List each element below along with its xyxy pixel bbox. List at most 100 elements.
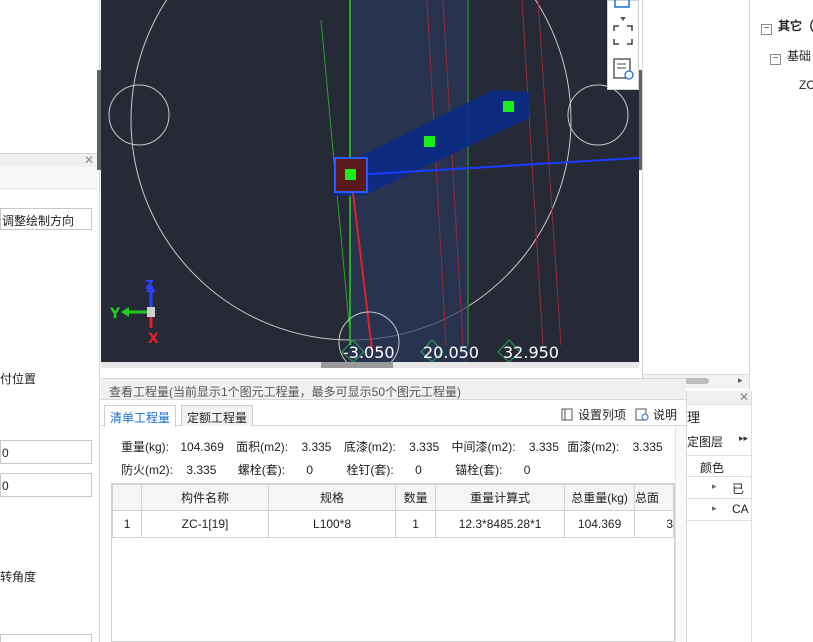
layer-panel-edge: [751, 391, 752, 642]
viewport-drawing: -3.050 20.050 32.950 Z Y X: [108, 0, 639, 362]
set-columns-button[interactable]: 设置列项: [561, 406, 626, 423]
property-field-2-value: 0: [2, 479, 9, 493]
elevation-label-3: 32.950: [503, 343, 559, 362]
property-field-1[interactable]: 0: [0, 440, 92, 464]
summary-row-2: 防火(m2): 3.335 螺栓(套): 0 栓钉(套): 0 锚栓(套): 0: [121, 461, 530, 478]
draw-direction-value: 调整绘制方向: [2, 214, 75, 228]
summary-topcoat-value: 3.335: [632, 440, 663, 454]
tree-node-zc[interactable]: ZC: [799, 78, 813, 92]
layer-row-label: 已: [732, 482, 745, 496]
layer-row[interactable]: ▸ 已: [687, 477, 752, 499]
layer-row[interactable]: ▸ CA: [687, 499, 752, 521]
row-index: 1: [112, 510, 143, 538]
tab-bill-quantity[interactable]: 清单工程量: [104, 405, 177, 427]
properties-panel-header: ✕: [0, 153, 97, 167]
node-grip-3[interactable]: [503, 101, 514, 112]
expand-icon[interactable]: ▸: [712, 503, 717, 514]
left-collapse-handle[interactable]: [97, 70, 101, 170]
column-header-spec[interactable]: 规格: [267, 484, 397, 511]
column-header-total-area[interactable]: 总面: [634, 484, 674, 511]
viewport-scroll-thumb[interactable]: [321, 362, 393, 368]
column-header-name[interactable]: 构件名称: [141, 484, 269, 511]
quantity-tab-bar: 清单工程量 定额工程量 设置列项 说明: [101, 400, 686, 427]
row-total-weight[interactable]: 104.369: [564, 510, 636, 538]
collapse-icon[interactable]: −: [770, 54, 781, 65]
scroll-right-icon[interactable]: ▸: [738, 375, 743, 386]
tree-panel-divider: [749, 0, 750, 390]
viewport-scrollbar[interactable]: [101, 362, 639, 368]
tree-node-foundation[interactable]: − 基础: [770, 47, 811, 65]
row-total-area[interactable]: 3: [634, 510, 674, 538]
column-header-total-weight[interactable]: 总重量(kg): [564, 484, 636, 511]
z-axis-label: Z: [145, 278, 154, 292]
layer-panel-title: 理: [687, 410, 701, 425]
summary-bolt-value: 0: [306, 463, 314, 477]
column-header-formula[interactable]: 重量计算式: [435, 484, 566, 511]
row-formula[interactable]: 12.3*8485.28*1: [435, 510, 566, 538]
quantity-table: 构件名称 规格 数量 重量计算式 总重量(kg) 总面 1 ZC-1[19] L…: [111, 483, 675, 642]
dropdown-arrow-icon[interactable]: [618, 12, 628, 21]
layer-panel-header: ✕: [687, 390, 752, 405]
cad-viewport[interactable]: -3.050 20.050 32.950 Z Y X: [101, 0, 639, 362]
draw-direction-field[interactable]: 调整绘制方向: [0, 208, 92, 230]
columns-icon: [561, 408, 573, 421]
row-count[interactable]: 1: [395, 510, 437, 538]
column-header-index: [112, 484, 143, 511]
property-field-3[interactable]: [0, 634, 92, 642]
table-vertical-scrollbar[interactable]: [675, 426, 686, 642]
tab-quota-quantity[interactable]: 定额工程量: [181, 405, 254, 426]
help-doc-icon: [635, 408, 649, 421]
row-component-name[interactable]: ZC-1[19]: [141, 510, 269, 538]
left-circle: [108, 84, 170, 146]
tree-node-other-label: 其它（: [778, 19, 813, 33]
expand-icon[interactable]: ▸: [712, 481, 717, 492]
fit-view-icon[interactable]: [611, 23, 635, 47]
close-icon[interactable]: ✕: [84, 153, 94, 167]
position-label: 付位置: [0, 372, 37, 386]
summary-area-value: 3.335: [301, 440, 332, 454]
tree-node-foundation-label: 基础: [787, 49, 812, 63]
viewport-toolbar: [607, 0, 639, 90]
tree-node-other[interactable]: − 其它（: [761, 17, 813, 35]
color-header: 颜色: [700, 461, 725, 475]
expand-right-icon[interactable]: ▸▸: [739, 433, 748, 444]
y-axis-label: Y: [109, 306, 121, 322]
set-columns-label: 设置列项: [578, 408, 627, 422]
summary-primer-label: 底漆(m2):: [343, 440, 396, 454]
rotation-angle-label: 转角度: [0, 570, 37, 584]
display-settings-icon[interactable]: [611, 57, 635, 81]
property-field-1-value: 0: [2, 446, 9, 460]
node-grip-1[interactable]: [345, 169, 356, 180]
property-field-2[interactable]: 0: [0, 473, 92, 497]
axis-gizmo: Z Y X: [109, 278, 159, 347]
summary-stud-value: 0: [415, 463, 422, 477]
layer-row-label: CA: [732, 502, 749, 516]
collapse-icon[interactable]: −: [761, 24, 772, 35]
summary-stud-label: 栓钉(套):: [346, 463, 394, 477]
tree-node-zc-label: ZC: [799, 78, 813, 92]
right-circle: [567, 84, 629, 146]
elevation-label-1: -3.050: [343, 343, 395, 362]
summary-fireproof-value: 3.335: [186, 463, 217, 477]
summary-topcoat-label: 面漆(m2):: [567, 440, 620, 454]
summary-area-label: 面积(m2):: [236, 440, 289, 454]
table-header-row: 构件名称 规格 数量 重量计算式 总重量(kg) 总面: [112, 484, 674, 511]
summary-fireproof-label: 防火(m2):: [121, 463, 173, 477]
table-row[interactable]: 1 ZC-1[19] L100*8 1 12.3*8485.28*1 104.3…: [112, 510, 674, 538]
summary-row-1: 重量(kg): 104.369 面积(m2): 3.335 底漆(m2): 3.…: [121, 438, 663, 455]
layer-panel: ✕ 理 定图层 ▸▸ 颜色 ▸ 已 ▸ CA: [686, 390, 813, 642]
quantity-panel-title: 查看工程量(当前显示1个图元工程量，最多可显示50个图元工程量): [101, 378, 686, 400]
close-icon[interactable]: ✕: [739, 390, 749, 404]
red-guide-line-3: [521, 0, 544, 346]
summary-midcoat-value: 3.335: [528, 440, 559, 454]
summary-bolt-label: 螺栓(套):: [237, 463, 286, 477]
help-button[interactable]: 说明: [635, 406, 677, 423]
layer-label[interactable]: 定图层: [687, 433, 723, 450]
column-header-count[interactable]: 数量: [395, 484, 437, 511]
node-grip-2[interactable]: [424, 136, 435, 147]
properties-panel-subheader: [0, 167, 97, 189]
layer-table-header: 颜色: [687, 455, 752, 477]
red-guide-line-4: [537, 0, 562, 346]
elevation-label-2: 20.050: [423, 343, 479, 362]
row-spec[interactable]: L100*8: [267, 510, 397, 538]
